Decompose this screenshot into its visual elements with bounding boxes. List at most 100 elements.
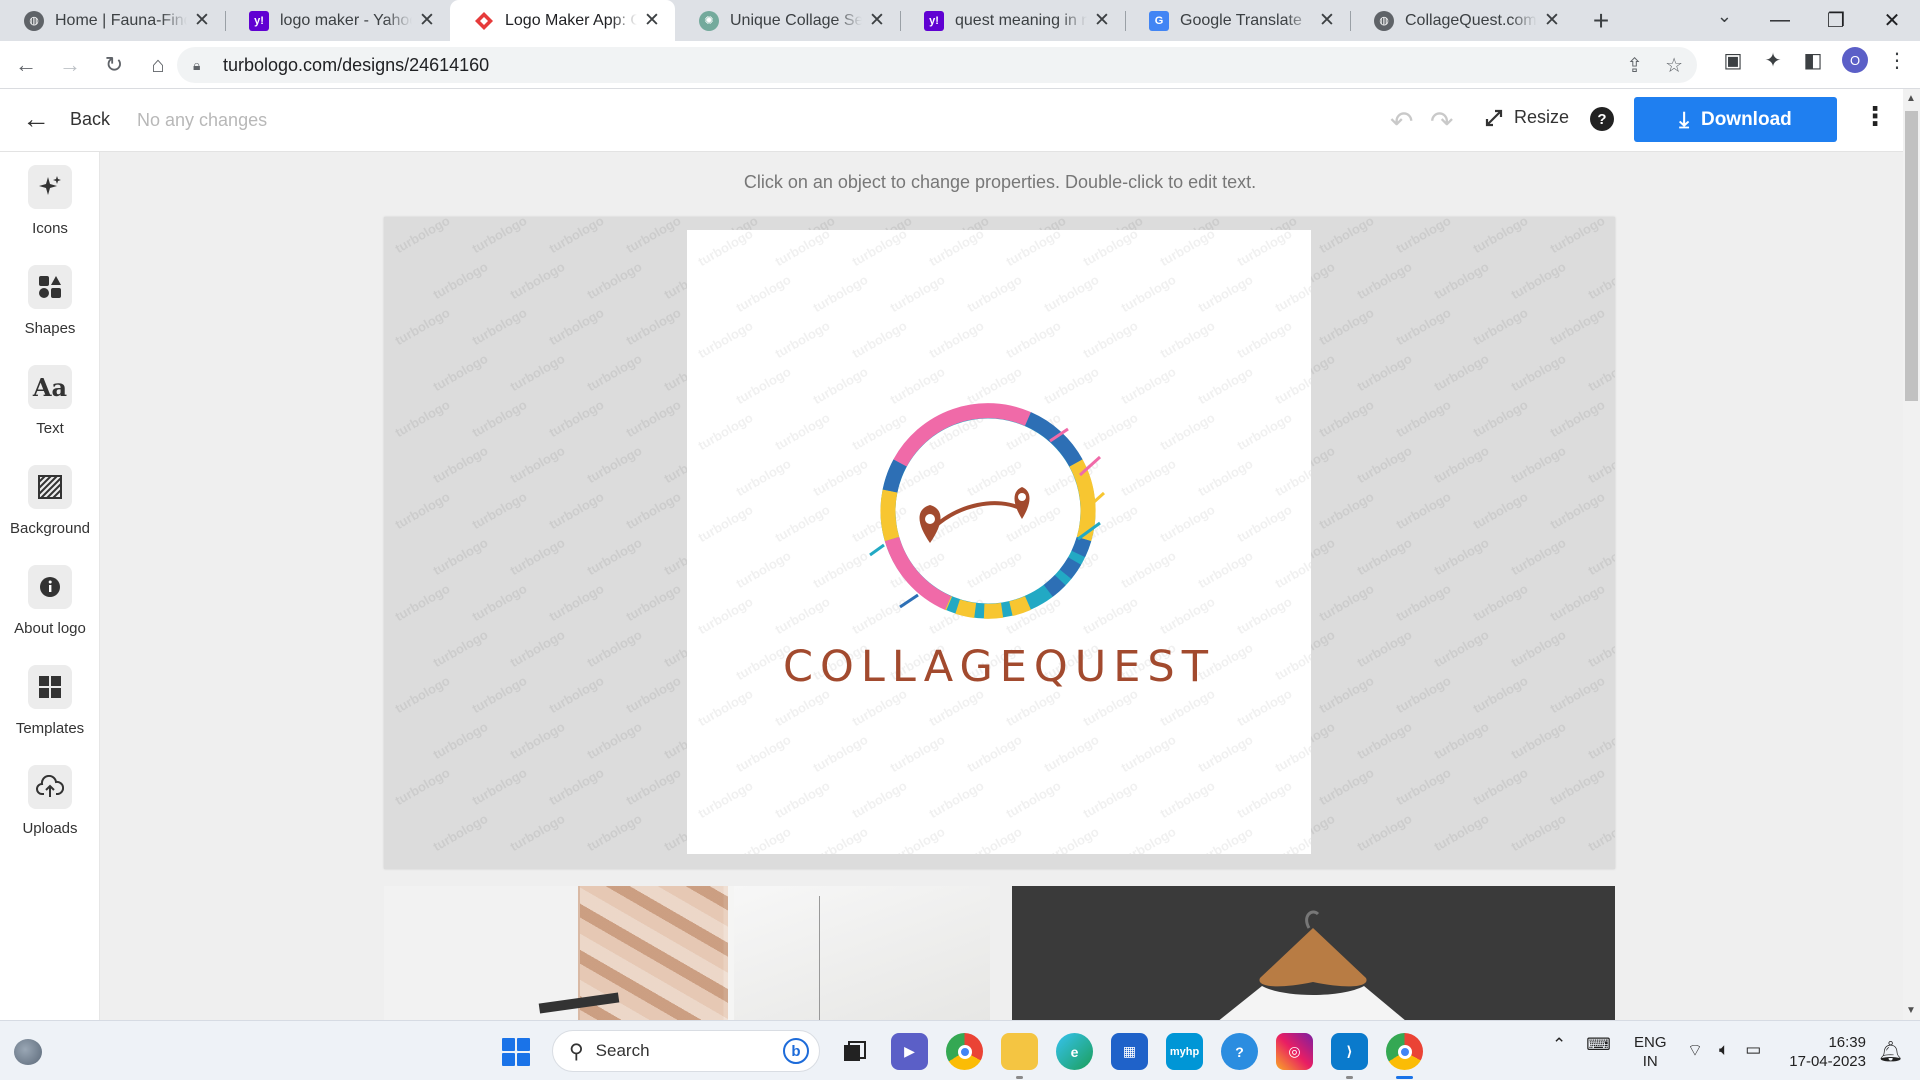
keyboard-icon[interactable]: ⌨ [1586,1035,1611,1055]
more-options-icon[interactable]: ⋮ [1862,103,1888,129]
watermark-text: turbologo [1585,534,1615,579]
minimize-icon[interactable]: — [1752,9,1808,32]
scrollbar-thumb[interactable] [1905,111,1918,401]
browser-tab-active[interactable]: Logo Maker App: Get ✕ [450,0,675,41]
home-icon[interactable]: ⌂ [140,47,176,83]
page-scrollbar[interactable]: ▲ ▼ [1903,89,1920,1020]
scroll-down-icon[interactable]: ▼ [1906,1005,1916,1016]
tab-search-chevron-icon[interactable]: ⌄ [1717,6,1732,27]
sidebar-item-about-logo[interactable]: About logo [0,565,100,637]
redo-icon[interactable]: ↷ [1430,105,1453,138]
watermark-text: turbologo [1393,580,1454,625]
forward-arrow-icon[interactable]: → [52,47,88,83]
tab-title: Logo Maker App: Get [505,11,637,29]
download-button[interactable]: ⤓ Download [1634,97,1837,142]
watermark-text: turbologo [1508,258,1569,303]
edge-icon[interactable]: e [1056,1033,1093,1070]
side-panel-icon[interactable]: ◧ [1802,48,1824,73]
watermark-text: turbologo [392,672,453,717]
vscode-icon[interactable]: ⟩ [1331,1033,1368,1079]
browser-tab[interactable]: y! logo maker - Yahoo In ✕ [225,0,450,41]
profile-avatar[interactable]: O [1842,47,1868,73]
watermark-text: turbologo [623,672,684,717]
task-view-icon[interactable] [836,1033,873,1070]
share-icon[interactable]: ⇪ [1626,53,1643,78]
logo-artboard[interactable]: turbologo turbologo turbologo turbologo turb… [687,230,1311,854]
instagram-icon[interactable]: ◎ [1276,1033,1313,1070]
bing-icon[interactable]: b [783,1038,809,1064]
browser-tab[interactable]: ◍ Home | Fauna-Finder. ✕ [0,0,225,41]
undo-icon[interactable]: ↶ [1390,105,1413,138]
picture-in-picture-icon[interactable]: ▣ [1722,48,1744,73]
teams-icon[interactable]: ▶ [891,1033,928,1070]
logo-emblem[interactable] [687,230,1311,854]
lock-icon[interactable]: 🔒︎ [193,57,207,74]
microsoft-store-icon[interactable]: ▦ [1111,1033,1148,1070]
address-bar[interactable]: 🔒︎ turbologo.com/designs/24614160 ⇪ ☆ [177,47,1697,83]
chrome-icon[interactable] [946,1033,983,1070]
close-icon[interactable]: ✕ [193,9,211,32]
watermark-text: turbologo [469,217,530,257]
sidebar-item-text[interactable]: Aa Text [0,365,100,437]
extensions-puzzle-icon[interactable]: ✦ [1762,48,1784,73]
scroll-up-icon[interactable]: ▲ [1906,93,1916,104]
language-region: IN [1642,1053,1658,1070]
input-language[interactable]: ENG IN [1634,1033,1667,1071]
hanger-shirt-illustration [1219,910,1405,1020]
close-icon[interactable]: ✕ [1543,9,1561,32]
logo-brand-name[interactable]: COLLAGEQUEST [687,642,1311,692]
close-icon[interactable]: ✕ [418,9,436,32]
chrome-menu-icon[interactable]: ⋮ [1886,48,1908,73]
back-button[interactable]: ← Back [22,103,110,135]
watermark-text: turbologo [507,442,568,487]
watermark-text: turbologo [1316,217,1377,257]
watermark-text: turbologo [430,442,491,487]
mockup-preview-wall[interactable] [384,886,990,1020]
new-tab-button[interactable]: + [1581,0,1621,41]
browser-tab[interactable]: G Google Translate ✕ [1125,0,1350,41]
get-help-icon[interactable]: ? [1221,1033,1258,1070]
watermark-text: turbologo [546,488,607,533]
browser-tab[interactable]: ✺ Unique Collage Search ✕ [675,0,900,41]
mockup-preview-shirt[interactable] [1012,886,1615,1020]
watermark-text: turbologo [469,580,530,625]
myhp-icon[interactable]: myhp [1166,1033,1203,1070]
close-icon[interactable]: ✕ [643,9,661,32]
quick-settings[interactable]: ⌔ 🔈︎ ▭ [1687,1040,1761,1061]
watermark-text: turbologo [546,580,607,625]
close-icon[interactable]: ✕ [1093,9,1111,32]
weather-widget-icon[interactable] [14,1039,42,1065]
taskbar-search-box[interactable]: ⚲ Search b [552,1030,820,1072]
back-arrow-icon[interactable]: ← [8,47,44,83]
resize-button[interactable]: Resize [1484,107,1569,128]
watermark-text: turbologo [1547,396,1608,441]
watermark-text: turbologo [1431,350,1492,395]
sidebar-item-icons[interactable]: Icons [0,165,100,237]
notifications-icon[interactable]: 🔔︎ [1878,1039,1903,1064]
watermark-text: turbologo [1354,810,1415,855]
file-explorer-icon[interactable] [1001,1033,1038,1079]
close-icon[interactable]: ✕ [1318,9,1336,32]
help-icon[interactable]: ? [1590,107,1614,131]
sidebar-item-uploads[interactable]: Uploads [0,765,100,837]
sidebar-item-templates[interactable]: Templates [0,665,100,737]
browser-tab[interactable]: ◍ CollageQuest.com ✕ [1350,0,1575,41]
sidebar-item-background[interactable]: Background [0,465,100,537]
reload-icon[interactable]: ↻ [96,47,132,83]
restore-icon[interactable]: ❐ [1808,8,1864,33]
clock[interactable]: 16:39 17-04-2023 [1786,1033,1866,1071]
show-hidden-icons-icon[interactable]: ⌃ [1552,1035,1566,1055]
watermark-text: turbologo [469,304,530,349]
watermark-text: turbologo [1431,442,1492,487]
close-window-icon[interactable]: ✕ [1864,8,1920,33]
close-icon[interactable]: ✕ [868,9,886,32]
windows-start-icon[interactable] [502,1038,530,1066]
canvas-stage[interactable]: turbologo turbologo turbologo turbologo turb… [384,217,1615,869]
chrome-profile-icon[interactable] [1386,1033,1423,1079]
bookmark-star-icon[interactable]: ☆ [1665,53,1683,78]
watermark-text: turbologo [1354,258,1415,303]
browser-tab[interactable]: y! quest meaning in mar ✕ [900,0,1125,41]
watermark-text: turbologo [1470,672,1531,717]
watermark-text: turbologo [1393,304,1454,349]
sidebar-item-shapes[interactable]: Shapes [0,265,100,337]
